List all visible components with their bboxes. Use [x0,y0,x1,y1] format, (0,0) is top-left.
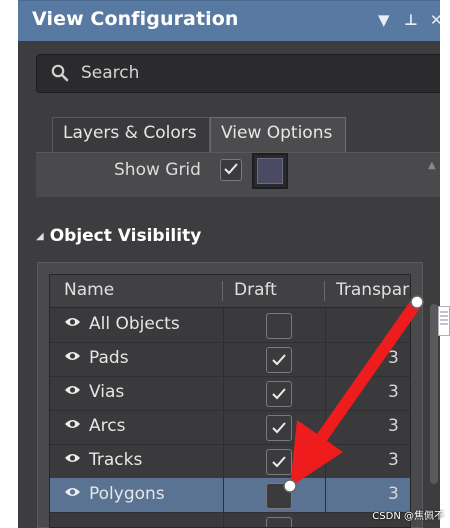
view-configuration-panel: View Configuration ▼ ⊥ ✕ Search Layers &… [0,0,450,528]
watermark: CSDN @焦佩不 [372,511,444,522]
annotation-arrow [283,295,424,493]
